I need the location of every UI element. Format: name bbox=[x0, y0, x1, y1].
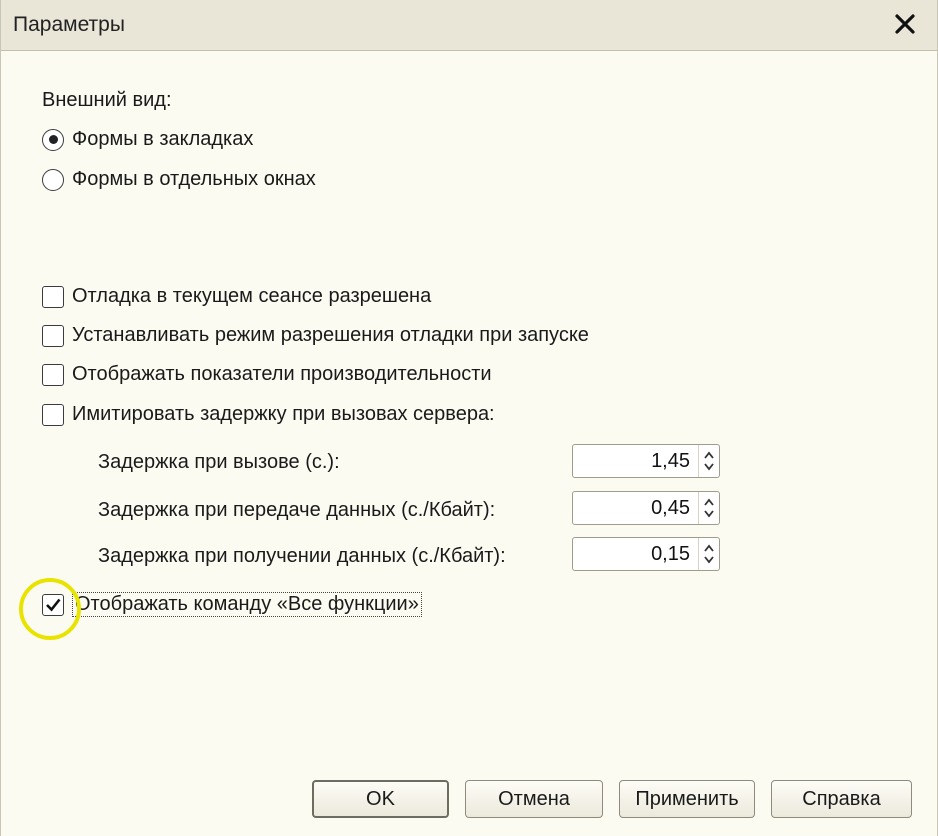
checkbox-performance[interactable]: Отображать показатели производительности bbox=[42, 363, 492, 386]
parameters-dialog: Параметры Внешний вид: Формы в закладках… bbox=[0, 0, 938, 836]
spin-buttons[interactable] bbox=[698, 492, 719, 524]
checkbox-label: Отображать показатели производительности bbox=[72, 363, 492, 385]
delay-call-value[interactable]: 1,45 bbox=[573, 445, 698, 477]
delay-send-value[interactable]: 0,45 bbox=[573, 492, 698, 524]
checkbox-label: Отладка в текущем сеансе разрешена bbox=[72, 285, 432, 307]
ok-button[interactable]: OK bbox=[312, 780, 449, 818]
help-button[interactable]: Справка bbox=[771, 780, 912, 818]
radio-button[interactable] bbox=[42, 168, 64, 191]
delay-call-field[interactable]: 1,45 bbox=[572, 444, 720, 478]
radio-selected-dot bbox=[48, 135, 58, 144]
title-bar: Параметры bbox=[1, 0, 937, 51]
checkbox-label: Отображать команду «Все функции» bbox=[72, 592, 422, 617]
radio-tabs-forms[interactable]: Формы в закладках bbox=[42, 128, 253, 151]
spin-down-icon[interactable] bbox=[704, 461, 714, 473]
radio-separate-windows[interactable]: Формы в отдельных окнах bbox=[42, 168, 316, 191]
spin-up-icon[interactable] bbox=[704, 449, 714, 461]
apply-button[interactable]: Применить bbox=[619, 780, 755, 818]
close-icon bbox=[895, 14, 915, 34]
checkbox[interactable] bbox=[42, 285, 64, 308]
checkbox[interactable] bbox=[42, 363, 64, 386]
checkbox[interactable] bbox=[42, 403, 64, 426]
checkbox-all-functions[interactable]: Отображать команду «Все функции» bbox=[42, 592, 422, 617]
checkbox-simulate-delay[interactable]: Имитировать задержку при вызовах сервера… bbox=[42, 403, 495, 426]
close-button[interactable] bbox=[889, 8, 921, 40]
delay-receive-label: Задержка при получении данных (с./Кбайт)… bbox=[98, 545, 506, 567]
checkbox[interactable] bbox=[42, 593, 64, 616]
checkbox[interactable] bbox=[42, 324, 64, 347]
checkbox-label: Имитировать задержку при вызовах сервера… bbox=[72, 403, 495, 425]
spin-buttons[interactable] bbox=[698, 445, 719, 477]
spin-up-icon[interactable] bbox=[704, 542, 714, 554]
delay-send-field[interactable]: 0,45 bbox=[572, 491, 720, 525]
checkbox-debug-session[interactable]: Отладка в текущем сеансе разрешена bbox=[42, 285, 431, 308]
checkbox-label: Устанавливать режим разрешения отладки п… bbox=[72, 324, 589, 346]
delay-call-label: Задержка при вызове (с.): bbox=[98, 451, 340, 473]
window-title: Параметры bbox=[13, 13, 125, 36]
delay-receive-value[interactable]: 0,15 bbox=[573, 538, 698, 570]
spin-down-icon[interactable] bbox=[704, 554, 714, 566]
radio-label: Формы в отдельных окнах bbox=[72, 168, 316, 190]
delay-send-label: Задержка при передаче данных (с./Кбайт): bbox=[98, 499, 496, 521]
spin-up-icon[interactable] bbox=[704, 496, 714, 508]
radio-label: Формы в закладках bbox=[72, 128, 254, 150]
checkbox-debug-on-start[interactable]: Устанавливать режим разрешения отладки п… bbox=[42, 324, 589, 347]
dialog-content: Внешний вид: Формы в закладках Формы в о… bbox=[1, 51, 937, 836]
delay-receive-field[interactable]: 0,15 bbox=[572, 537, 720, 571]
cancel-button[interactable]: Отмена bbox=[465, 780, 603, 818]
spin-down-icon[interactable] bbox=[704, 508, 714, 520]
radio-button[interactable] bbox=[42, 128, 64, 151]
appearance-label: Внешний вид: bbox=[42, 89, 172, 111]
spin-buttons[interactable] bbox=[698, 538, 719, 570]
checkmark-icon bbox=[46, 598, 61, 611]
